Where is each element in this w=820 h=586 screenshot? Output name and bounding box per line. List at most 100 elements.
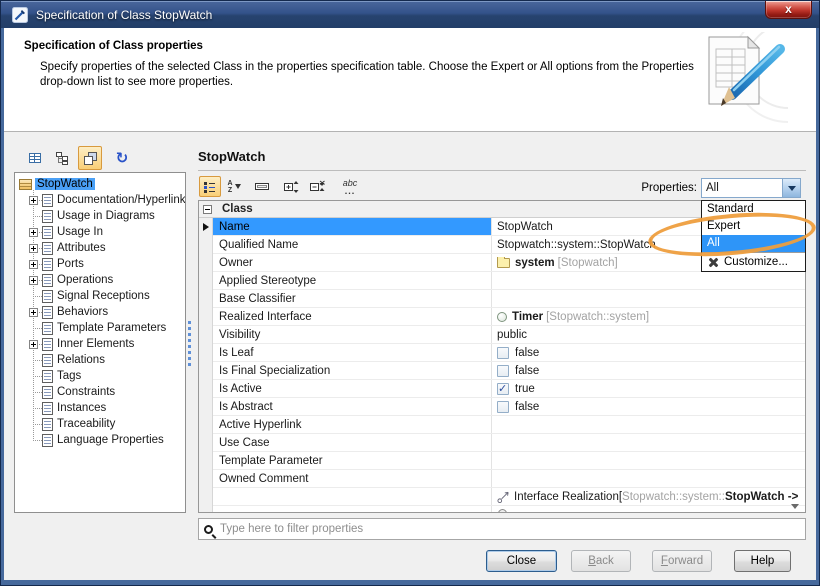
back-button[interactable]: Back	[571, 550, 631, 572]
dropdown-option-expert[interactable]: Expert	[702, 218, 805, 235]
tree-item-usage-in[interactable]: Usage In	[15, 224, 185, 240]
properties-table-icon[interactable]	[23, 146, 47, 170]
forward-button[interactable]: Forward	[652, 550, 712, 572]
document-icon	[42, 306, 53, 319]
property-row-use-case[interactable]: Use Case	[213, 434, 805, 452]
sort-alphabetically-icon[interactable]: AZ	[223, 176, 245, 197]
document-icon	[42, 322, 53, 335]
scroll-down-icon[interactable]	[788, 500, 802, 512]
document-icon	[42, 434, 53, 447]
expand-plus-icon[interactable]	[29, 228, 38, 237]
document-pencil-icon	[692, 32, 788, 126]
dropdown-option-standard[interactable]: Standard	[702, 201, 805, 218]
customize-tools-icon	[707, 256, 720, 269]
folder-icon	[497, 258, 510, 268]
property-row-owned-comment[interactable]: Owned Comment	[213, 470, 805, 488]
expand-plus-icon[interactable]	[29, 340, 38, 349]
properties-dropdown[interactable]: All	[701, 178, 801, 198]
tree-item-documentation[interactable]: Documentation/Hyperlinks	[15, 192, 185, 208]
checkbox-unchecked-icon[interactable]	[497, 347, 509, 359]
refresh-icon[interactable]: ↻	[110, 146, 134, 170]
document-icon	[42, 402, 53, 415]
tree-item-usage-in-diagrams[interactable]: Usage in Diagrams	[15, 208, 185, 224]
property-row-realized-interface[interactable]: Realized Interface Timer[Stopwatch::syst…	[213, 308, 805, 326]
checkbox-unchecked-icon[interactable]	[497, 365, 509, 377]
tree-item-attributes[interactable]: Attributes	[15, 240, 185, 256]
checkbox-checked-icon[interactable]	[497, 383, 509, 395]
expand-plus-icon[interactable]	[29, 308, 38, 317]
containment-tree-icon[interactable]	[50, 146, 74, 170]
property-row-visibility[interactable]: Visibility public	[213, 326, 805, 344]
properties-dropdown-label: Properties:	[600, 182, 697, 194]
specification-tree: StopWatch Documentation/Hyperlinks Usage…	[14, 172, 186, 513]
property-row-is-final-specialization[interactable]: Is Final Specialization false	[213, 362, 805, 380]
specification-dialog: Specification of Class StopWatch x Speci…	[0, 0, 820, 586]
chevron-down-icon[interactable]	[782, 179, 800, 197]
panel-splitter-handle[interactable]	[188, 321, 191, 367]
property-row-active-hyperlink[interactable]: Active Hyperlink	[213, 416, 805, 434]
collapse-minus-icon[interactable]	[203, 205, 212, 214]
filter-input[interactable]	[220, 523, 805, 535]
tree-item-instances[interactable]: Instances	[15, 400, 185, 416]
property-row-is-leaf[interactable]: Is Leaf false	[213, 344, 805, 362]
abc-filter-icon[interactable]: abc...	[339, 176, 361, 197]
tree-item-traceability[interactable]: Traceability	[15, 416, 185, 432]
expand-plus-icon[interactable]	[29, 260, 38, 269]
document-icon	[42, 210, 53, 223]
header-title: Specification of Class properties	[24, 40, 203, 52]
realization-icon	[497, 490, 510, 504]
tree-root-stopwatch[interactable]: StopWatch	[15, 176, 185, 192]
document-icon	[42, 370, 53, 383]
title-separator	[198, 170, 806, 171]
close-icon[interactable]: x	[765, 1, 812, 19]
class-icon	[19, 179, 32, 190]
expand-plus-icon[interactable]	[29, 244, 38, 253]
tree-item-relations[interactable]: Relations	[15, 352, 185, 368]
dropdown-option-customize[interactable]: Customize...	[702, 252, 805, 271]
dropdown-option-all[interactable]: All	[702, 235, 805, 252]
document-icon	[42, 386, 53, 399]
show-description-icon[interactable]	[251, 176, 273, 197]
document-icon	[42, 354, 53, 367]
title-bar[interactable]: Specification of Class StopWatch	[1, 1, 819, 28]
tree-item-operations[interactable]: Operations	[15, 272, 185, 288]
selected-row-arrow-icon	[203, 223, 209, 231]
properties-dropdown-list: Standard Expert All Customize...	[701, 200, 806, 272]
properties-dropdown-value: All	[702, 182, 782, 194]
help-button[interactable]: Help	[734, 550, 791, 572]
tree-item-signal-receptions[interactable]: Signal Receptions	[15, 288, 185, 304]
tree-item-tags[interactable]: Tags	[15, 368, 185, 384]
document-icon	[42, 290, 53, 303]
dialog-app-icon	[12, 7, 28, 23]
collapse-nodes-icon[interactable]	[307, 176, 329, 197]
expand-plus-icon[interactable]	[29, 276, 38, 285]
filter-field-container[interactable]	[198, 518, 806, 540]
property-row-is-abstract[interactable]: Is Abstract false	[213, 398, 805, 416]
tree-item-constraints[interactable]: Constraints	[15, 384, 185, 400]
expand-plus-icon[interactable]	[29, 196, 38, 205]
category-label: Class	[222, 203, 253, 215]
window-title: Specification of Class StopWatch	[36, 8, 212, 22]
property-row-is-active[interactable]: Is Active true	[213, 380, 805, 398]
tree-item-inner-elements[interactable]: Inner Elements	[15, 336, 185, 352]
stack-view-icon[interactable]	[78, 146, 102, 170]
header-description-line2: drop-down list to see more properties.	[40, 76, 233, 88]
search-icon	[204, 525, 213, 534]
property-row-interface-realization[interactable]: Interface Realization[Stopwatch::system:…	[213, 488, 805, 506]
tree-item-ports[interactable]: Ports	[15, 256, 185, 272]
document-icon	[42, 194, 53, 207]
document-icon	[42, 258, 53, 271]
property-row-applied-stereotype[interactable]: Applied Stereotype	[213, 272, 805, 290]
clipped-next-row-icon	[498, 509, 507, 513]
document-icon	[42, 242, 53, 255]
document-icon	[42, 338, 53, 351]
expand-nodes-icon[interactable]	[281, 176, 303, 197]
tree-item-behaviors[interactable]: Behaviors	[15, 304, 185, 320]
property-row-template-parameter[interactable]: Template Parameter	[213, 452, 805, 470]
close-button[interactable]: Close	[486, 550, 557, 572]
checkbox-unchecked-icon[interactable]	[497, 401, 509, 413]
categorized-view-icon[interactable]	[199, 176, 221, 197]
tree-item-template-parameters[interactable]: Template Parameters	[15, 320, 185, 336]
property-row-base-classifier[interactable]: Base Classifier	[213, 290, 805, 308]
tree-item-language-properties[interactable]: Language Properties	[15, 432, 185, 448]
